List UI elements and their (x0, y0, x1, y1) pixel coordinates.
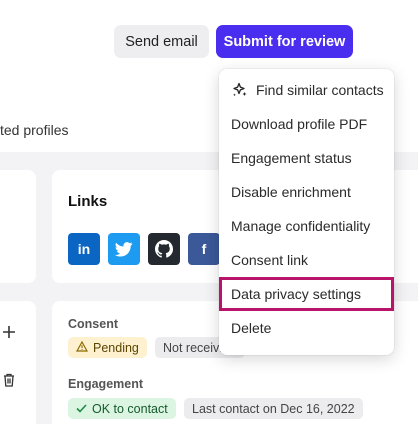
engagement-label: Engagement (68, 377, 144, 391)
consent-label: Consent (68, 317, 118, 331)
menu-item-consent-link[interactable]: Consent link (219, 243, 394, 277)
sparkle-icon (231, 82, 249, 98)
menu-item-disable-enrichment[interactable]: Disable enrichment (219, 175, 394, 209)
menu-item-manage-confidentiality[interactable]: Manage confidentiality (219, 209, 394, 243)
left-card-top (0, 170, 36, 283)
submit-for-review-button[interactable]: Submit for review (216, 25, 353, 58)
pending-badge: Pending (68, 337, 147, 358)
links-title: Links (68, 193, 108, 210)
add-icon[interactable] (0, 323, 18, 341)
github-icon[interactable] (148, 233, 180, 265)
send-email-button[interactable]: Send email (114, 25, 209, 58)
menu-item-find-similar-contacts[interactable]: Find similar contacts (219, 73, 394, 107)
facebook-icon[interactable]: f (188, 233, 220, 265)
more-options-menu: Find similar contacts Download profile P… (219, 69, 394, 355)
linkedin-icon[interactable]: in (68, 233, 100, 265)
twitter-icon[interactable] (108, 233, 140, 265)
menu-item-download-profile-pdf[interactable]: Download profile PDF (219, 107, 394, 141)
menu-item-delete[interactable]: Delete (219, 311, 394, 345)
warning-icon (75, 340, 89, 355)
trash-icon[interactable] (0, 371, 18, 389)
menu-item-engagement-status[interactable]: Engagement status (219, 141, 394, 175)
last-contact-badge: Last contact on Dec 16, 2022 (184, 398, 363, 419)
left-card-bottom (0, 301, 36, 424)
menu-item-data-privacy-settings[interactable]: Data privacy settings (219, 277, 394, 311)
tab-related-profiles[interactable]: ted profiles (0, 122, 68, 138)
check-icon (76, 402, 87, 416)
ok-to-contact-badge: OK to contact (68, 398, 176, 419)
